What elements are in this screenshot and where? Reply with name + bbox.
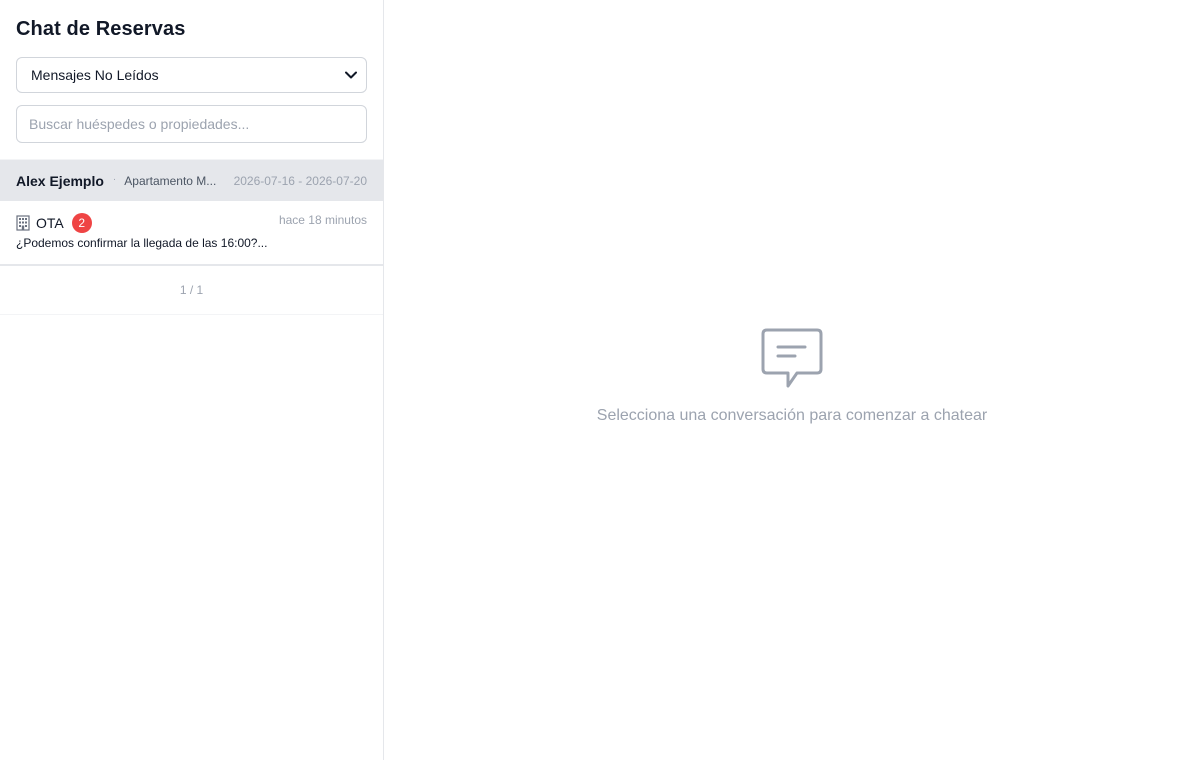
booking-header[interactable]: Alex Ejemplo · Apartamento M... 2026-07-… [0,160,383,201]
search-input[interactable] [16,105,367,143]
empty-state: Selecciona una conversación para comenza… [384,328,1200,425]
chat-bubble-icon [761,328,823,390]
conversation-item[interactable]: OTA 2 hace 18 minutos ¿Podemos confirmar… [0,201,383,264]
sidebar: Chat de Reservas Mensajes No Leídos Alex… [0,0,384,760]
page-title: Chat de Reservas [16,18,186,40]
conversation-meta: OTA 2 hace 18 minutos [16,213,367,233]
filter-selected-value: Mensajes No Leídos [31,67,159,83]
stay-dates: 2026-07-16 - 2026-07-20 [233,173,367,188]
conversation-group: Alex Ejemplo · Apartamento M... 2026-07-… [0,160,383,265]
guest-name: Alex Ejemplo [16,172,104,189]
sidebar-header: Chat de Reservas Mensajes No Leídos [0,0,383,159]
building-icon [16,215,30,231]
separator-dot: · [112,174,117,185]
empty-state-text: Selecciona una conversación para comenza… [596,407,988,424]
message-preview: ¿Podemos confirmar la llegada de las 16:… [16,236,268,250]
property-name: Apartamento M... [124,173,217,188]
conversation-list: Alex Ejemplo · Apartamento M... 2026-07-… [0,159,383,315]
chevron-down-icon [344,68,358,82]
message-time: hace 18 minutos [278,213,367,227]
filter-select[interactable]: Mensajes No Leídos [16,57,367,93]
pagination: 1 / 1 [0,265,383,315]
unread-badge: 2 [71,213,92,233]
booking-chat-app: Chat de Reservas Mensajes No Leídos Alex… [0,0,1200,760]
chat-panel: Selecciona una conversación para comenza… [384,0,1200,760]
channel-name: OTA [36,215,64,231]
